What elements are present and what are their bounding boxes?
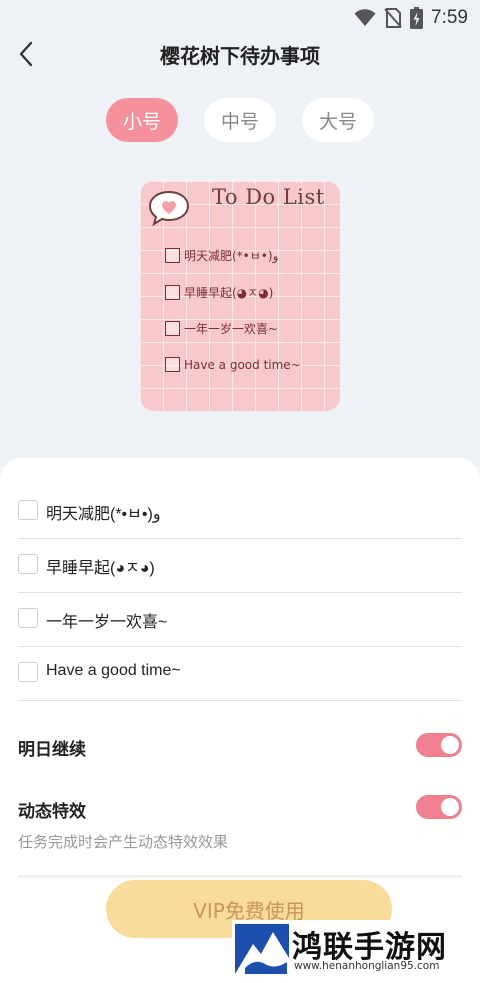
task-checkbox[interactable] [18, 662, 38, 682]
battery-charging-icon [410, 7, 424, 29]
preview-item-text: 明天减肥(*•ㅂ•)و [184, 249, 279, 263]
task-row: Have a good time~ [18, 647, 462, 701]
preview-checkbox [165, 285, 180, 300]
preview-item: Have a good time~ [165, 357, 301, 372]
task-row: 明天减肥(*•ㅂ•)و [18, 485, 462, 539]
continue-tomorrow-toggle[interactable] [416, 733, 462, 757]
task-text[interactable]: 明天减肥(*•ㅂ•)و [46, 500, 161, 524]
site-watermark: 鸿联手游网 www.henanhonglian95.com [232, 920, 472, 978]
continue-tomorrow-label: 明日继续 [18, 740, 86, 760]
tab-large[interactable]: 大号 [302, 98, 374, 142]
status-bar: 7:59 [0, 0, 480, 36]
preview-item: 早睡早起(◕ㅈ◕) [165, 284, 273, 301]
preview-item: 明天减肥(*•ㅂ•)و [165, 247, 278, 264]
dynamic-effects-toggle[interactable] [416, 795, 462, 819]
dynamic-effects-label: 动态特效 [18, 802, 86, 822]
preview-item-text: 一年一岁一欢喜~ [184, 322, 279, 336]
task-row: 一年一岁一欢喜~ [18, 593, 462, 647]
tab-small[interactable]: 小号 [106, 98, 178, 142]
no-sim-icon [384, 8, 402, 28]
divider [18, 875, 462, 878]
preview-item-text: Have a good time~ [184, 357, 301, 372]
wifi-icon [354, 9, 376, 27]
toggle-knob [441, 736, 459, 754]
watermark-url: www.henanhonglian95.com [294, 960, 440, 972]
task-row: 早睡早起(◕ㅈ◕) [18, 539, 462, 593]
task-checkbox[interactable] [18, 554, 38, 574]
task-text[interactable]: Have a good time~ [46, 662, 181, 680]
toggle-knob [441, 798, 459, 816]
task-checkbox[interactable] [18, 500, 38, 520]
preview-checkbox [165, 321, 180, 336]
watermark-logo [235, 924, 289, 974]
app-header: 樱花树下待办事项 [0, 36, 480, 72]
task-text[interactable]: 一年一岁一欢喜~ [46, 608, 167, 632]
dynamic-effects-description: 任务完成时会产生动态特效效果 [18, 833, 229, 851]
preview-item: 一年一岁一欢喜~ [165, 320, 278, 337]
task-text[interactable]: 早睡早起(◕ㅈ◕) [46, 554, 155, 578]
preview-item-text: 早睡早起(◕ㅈ◕) [184, 286, 274, 300]
preview-checkbox [165, 248, 180, 263]
heart-bubble-icon [148, 189, 190, 231]
task-checkbox[interactable] [18, 608, 38, 628]
tab-medium[interactable]: 中号 [204, 98, 276, 142]
size-tabs: 小号 中号 大号 [0, 98, 480, 142]
widget-preview: To Do List 明天减肥(*•ㅂ•)و 早睡早起(◕ㅈ◕) 一年一岁一欢喜… [140, 181, 340, 411]
preview-checkbox [165, 357, 180, 372]
page-title: 樱花树下待办事项 [160, 44, 320, 68]
preview-title: To Do List [212, 185, 325, 209]
status-time: 7:59 [431, 7, 468, 28]
